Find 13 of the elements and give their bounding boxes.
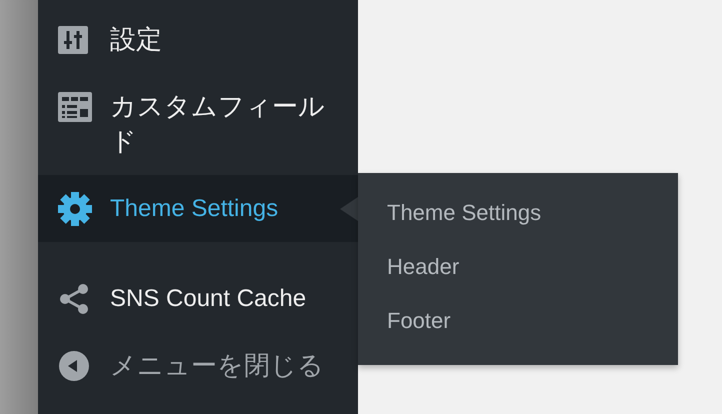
menu-item[interactable]: 設定: [38, 6, 358, 73]
collapse-menu-button[interactable]: メニューを閉じる: [38, 332, 358, 399]
submenu-item[interactable]: Header: [358, 240, 678, 294]
menu-item[interactable]: SNS Count Cache: [38, 265, 358, 332]
submenu-item[interactable]: Footer: [358, 294, 678, 348]
menu-item[interactable]: カスタムフィールド: [38, 73, 358, 175]
menu-item[interactable]: Theme Settings: [38, 175, 358, 242]
submenu-item[interactable]: Theme Settings: [358, 186, 678, 240]
sliders-icon: [58, 26, 88, 54]
collapse-icon: [58, 350, 90, 382]
gear-icon: [58, 192, 92, 226]
share-icon: [58, 282, 90, 314]
table-icon: [58, 92, 92, 122]
